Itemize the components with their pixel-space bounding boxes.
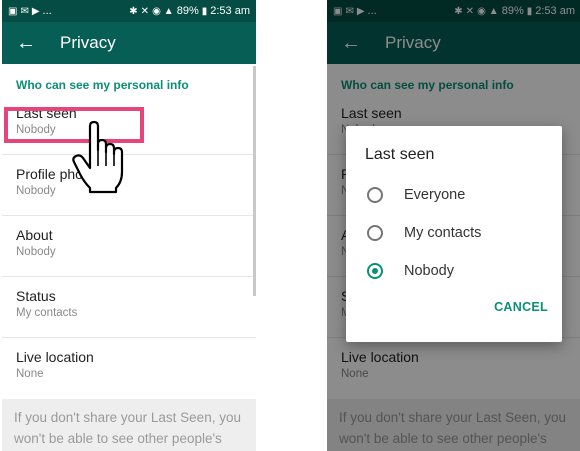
radio-unchecked-icon[interactable]: [367, 225, 383, 241]
radio-checked-icon[interactable]: [367, 263, 383, 279]
play-icon: ▶: [31, 5, 40, 17]
privacy-screen-dialog: ▣ ✉ ▶ ... ✱ ✕ ◉ ▲ 89% ▮ 2:53 am ← Privac…: [327, 0, 580, 451]
battery-level: 89%: [176, 5, 199, 17]
app-bar: ← Privacy: [2, 22, 256, 64]
info-text: If you don't share your Last Seen, you w…: [2, 399, 256, 451]
option-my-contacts[interactable]: My contacts: [346, 214, 562, 252]
setting-value: My contacts: [16, 307, 78, 319]
pointing-hand-icon: [72, 120, 124, 194]
scrollbar[interactable]: [253, 66, 256, 296]
section-header: Who can see my personal info: [16, 78, 189, 92]
option-label: Nobody: [404, 263, 454, 279]
setting-title: About: [16, 227, 53, 243]
setting-title: Live location: [16, 349, 94, 365]
option-everyone[interactable]: Everyone: [346, 176, 562, 214]
option-label: My contacts: [404, 225, 482, 241]
last-seen-dialog: Last seen Everyone My contacts Nobody CA…: [346, 126, 562, 342]
status-bar: ▣ ✉ ▶ ... ✱ ✕ ◉ ▲ 89% ▮ 2:53 am: [2, 0, 256, 22]
setting-value: Nobody: [16, 246, 56, 258]
alarm-icon: ◉: [152, 5, 161, 17]
bluetooth-icon: ✱: [129, 5, 138, 17]
battery-icon: ▮: [201, 5, 208, 17]
option-nobody[interactable]: Nobody: [346, 252, 562, 290]
page-title: Privacy: [60, 33, 116, 52]
setting-live-location[interactable]: Live location None: [2, 338, 256, 399]
cancel-button[interactable]: CANCEL: [494, 300, 548, 314]
dialog-title: Last seen: [365, 146, 435, 163]
status-dots: ...: [42, 5, 52, 17]
privacy-screen: ▣ ✉ ▶ ... ✱ ✕ ◉ ▲ 89% ▮ 2:53 am ← Privac…: [2, 0, 256, 451]
signal-icon: ▲: [163, 5, 174, 17]
setting-value: None: [16, 368, 44, 380]
mail-icon: ✉: [20, 5, 29, 17]
setting-status[interactable]: Status My contacts: [2, 277, 256, 338]
option-label: Everyone: [404, 187, 466, 203]
clock: 2:53 am: [210, 5, 250, 17]
back-arrow-icon[interactable]: ←: [16, 32, 46, 55]
radio-unchecked-icon[interactable]: [367, 187, 383, 203]
mute-icon: ✕: [140, 5, 150, 17]
setting-about[interactable]: About Nobody: [2, 216, 256, 277]
setting-title: Status: [16, 288, 56, 304]
gallery-icon: ▣: [8, 5, 18, 17]
